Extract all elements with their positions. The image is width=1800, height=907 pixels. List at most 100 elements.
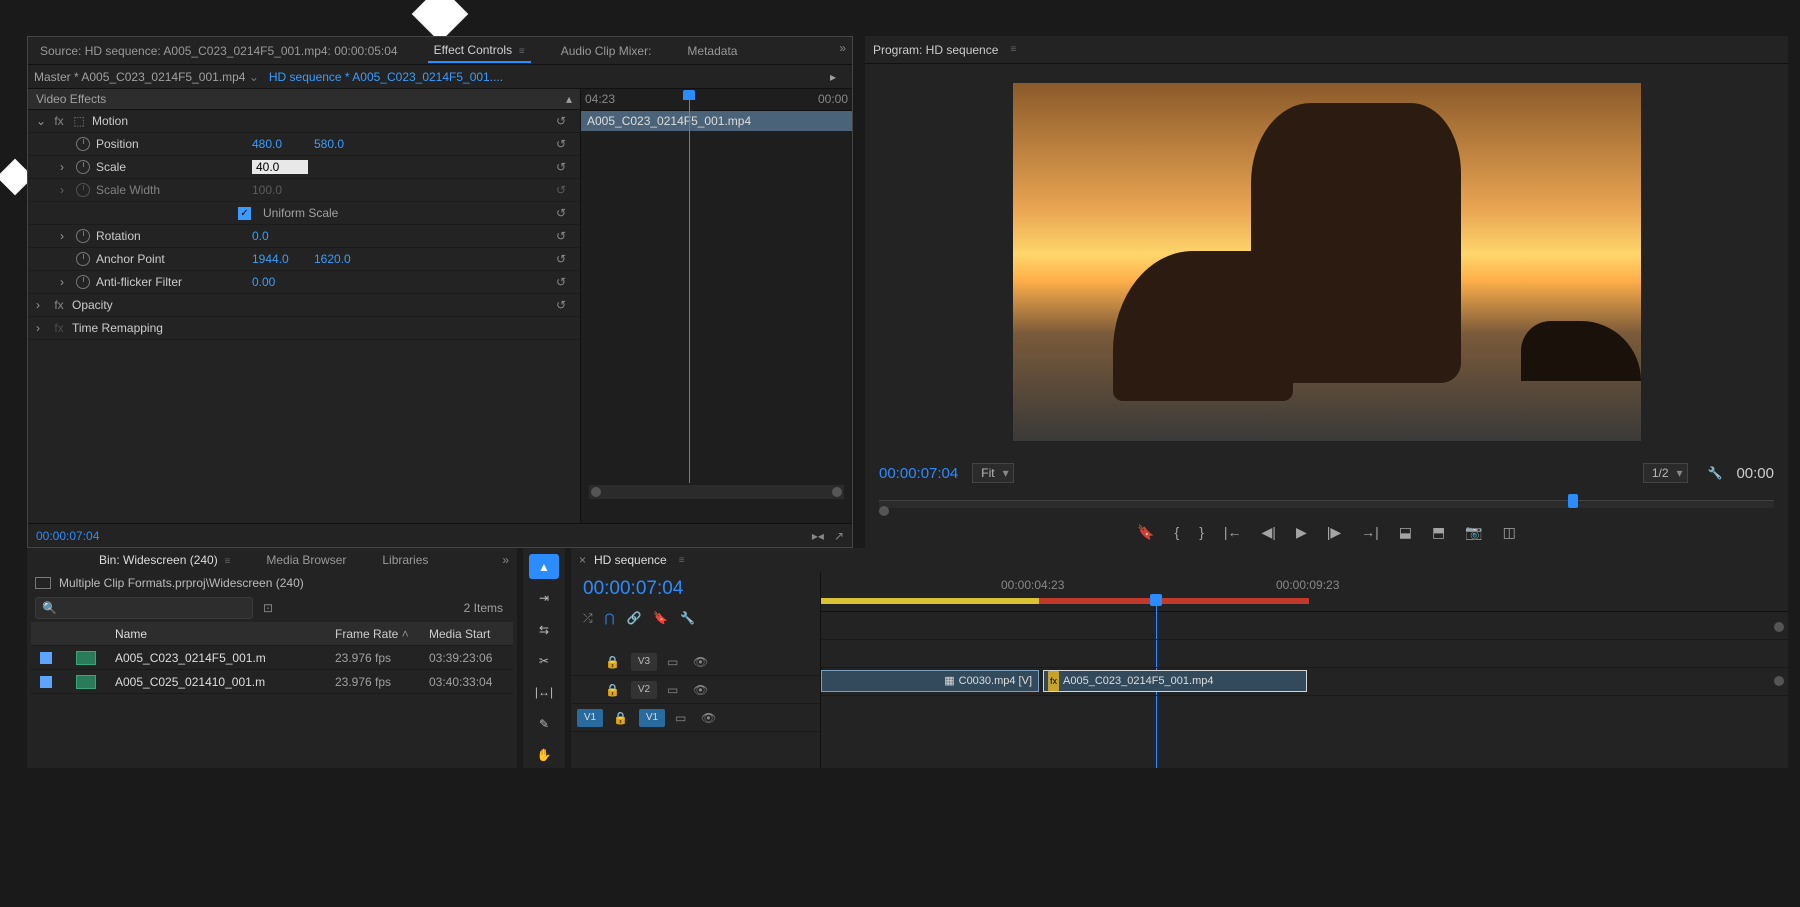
- target-v2[interactable]: V2: [631, 681, 657, 699]
- target-v1[interactable]: V1: [639, 709, 665, 727]
- effect-timeline[interactable]: 04:23 00:00 A005_C023_0214F5_001.mp4: [580, 89, 852, 523]
- bin-overflow-icon[interactable]: »: [502, 553, 509, 567]
- label-swatch[interactable]: [40, 676, 52, 688]
- lift-icon[interactable]: ⬓: [1399, 524, 1412, 541]
- selection-tool-icon[interactable]: ▲: [529, 554, 559, 579]
- overflow-chevrons-icon[interactable]: »: [839, 41, 846, 55]
- sync-lock-v2-icon[interactable]: ▭: [667, 683, 683, 697]
- timeline-ruler[interactable]: 00:00:04:23 00:00:09:23: [821, 572, 1788, 612]
- ripple-edit-tool-icon[interactable]: ⇆: [529, 617, 559, 642]
- master-clip-dropdown[interactable]: Master * A005_C023_0214F5_001.mp4 ⌄: [34, 70, 259, 84]
- table-row[interactable]: A005_C023_0214F5_001.m 23.976 fps 03:39:…: [31, 646, 513, 670]
- stopwatch-antiflicker[interactable]: [76, 275, 90, 289]
- program-scrubber[interactable]: [879, 486, 1774, 516]
- mark-out-icon[interactable]: }: [1199, 524, 1204, 540]
- track-v1-area[interactable]: ▦ C0030.mp4 [V] fx A005_C023_0214F5_001.…: [821, 668, 1788, 696]
- zoom-handle-left[interactable]: [591, 487, 601, 497]
- settings-wrench-icon[interactable]: 🔧: [1708, 466, 1723, 480]
- reset-rotation[interactable]: [556, 229, 574, 243]
- timeline-menu-icon[interactable]: ≡: [679, 555, 685, 566]
- reset-anchor[interactable]: [556, 252, 574, 266]
- lock-v3-icon[interactable]: 🔒: [605, 655, 621, 669]
- reset-antiflicker[interactable]: [556, 275, 574, 289]
- timeline-current-time[interactable]: 00:00:07:04: [571, 572, 820, 606]
- reset-opacity[interactable]: [556, 298, 574, 312]
- disclosure-motion[interactable]: ⌄: [36, 114, 46, 128]
- timeline-clip-2[interactable]: fx A005_C023_0214F5_001.mp4: [1043, 670, 1307, 692]
- sequence-title[interactable]: HD sequence: [594, 553, 667, 567]
- mark-in-icon[interactable]: {: [1175, 524, 1180, 540]
- reset-position[interactable]: [556, 137, 574, 151]
- fx-badge-opacity-icon[interactable]: fx: [52, 298, 66, 312]
- comparison-view-icon[interactable]: ◫: [1503, 524, 1516, 541]
- sequence-clip-link[interactable]: HD sequence * A005_C023_0214F5_001....: [269, 70, 503, 84]
- position-y-value[interactable]: 580.0: [314, 137, 370, 151]
- rotation-value[interactable]: 0.0: [252, 229, 308, 243]
- disclosure-rotation[interactable]: ›: [60, 229, 70, 243]
- reset-scale-width[interactable]: [556, 183, 574, 197]
- fx-badge-icon[interactable]: fx: [52, 114, 66, 128]
- disclosure-scale-width[interactable]: ›: [60, 183, 70, 197]
- anchor-y-value[interactable]: 1620.0: [314, 252, 370, 266]
- stopwatch-anchor[interactable]: [76, 252, 90, 266]
- tab-audio-clip-mixer[interactable]: Audio Clip Mixer:: [555, 40, 658, 62]
- disclosure-scale[interactable]: ›: [60, 160, 70, 174]
- program-monitor-display[interactable]: [1013, 83, 1641, 441]
- toggle-timeline-icon[interactable]: ▴: [566, 92, 572, 106]
- tab-media-browser[interactable]: Media Browser: [260, 549, 352, 571]
- toggle-output-v1-icon[interactable]: 👁: [701, 711, 717, 725]
- lock-v2-icon[interactable]: 🔒: [605, 683, 621, 697]
- razor-tool-icon[interactable]: ✂: [529, 648, 559, 673]
- scale-input[interactable]: 40.0: [252, 160, 308, 174]
- playhead-indicator[interactable]: [689, 90, 690, 483]
- position-x-value[interactable]: 480.0: [252, 137, 308, 151]
- disclosure-opacity[interactable]: ›: [36, 298, 46, 312]
- stopwatch-position[interactable]: [76, 137, 90, 151]
- tab-bin[interactable]: Bin: Widescreen (240) ≡: [93, 549, 236, 571]
- tab-metadata[interactable]: Metadata: [681, 40, 743, 62]
- program-current-time[interactable]: 00:00:07:04: [879, 465, 958, 482]
- navigate-up-icon[interactable]: [35, 577, 51, 589]
- timeline-clip-1[interactable]: ▦ C0030.mp4 [V]: [821, 670, 1039, 692]
- sync-lock-v3-icon[interactable]: ▭: [667, 655, 683, 669]
- resolution-dropdown[interactable]: 1/2: [1643, 463, 1688, 483]
- col-frame-rate[interactable]: Frame Rate: [335, 627, 429, 641]
- panel-menu-icon[interactable]: ≡: [516, 46, 525, 57]
- scrub-playhead[interactable]: [1568, 494, 1578, 508]
- col-name[interactable]: Name: [111, 627, 335, 641]
- track-v2-area[interactable]: [821, 640, 1788, 668]
- track-v3-area[interactable]: [821, 612, 1788, 640]
- target-v3[interactable]: V3: [631, 653, 657, 671]
- disclosure-timeremap[interactable]: ›: [36, 321, 46, 335]
- anchor-x-value[interactable]: 1944.0: [252, 252, 308, 266]
- stopwatch-scale[interactable]: [76, 160, 90, 174]
- add-marker-tl-icon[interactable]: 🔖: [653, 611, 668, 625]
- timeline-settings-icon[interactable]: 🔧: [680, 611, 695, 625]
- slip-tool-icon[interactable]: |↔|: [529, 680, 559, 705]
- table-row[interactable]: A005_C025_021410_001.m 23.976 fps 03:40:…: [31, 670, 513, 694]
- play-only-icon[interactable]: ▸: [830, 70, 836, 84]
- zoom-handle-prog[interactable]: [879, 506, 889, 516]
- share-icon[interactable]: ↗: [834, 529, 844, 543]
- zoom-handle-right[interactable]: [832, 487, 842, 497]
- motion-direct-icon[interactable]: ⬚: [72, 114, 86, 128]
- search-input[interactable]: 🔍: [35, 597, 253, 619]
- reset-uniform[interactable]: [556, 206, 574, 220]
- program-menu-icon[interactable]: ≡: [1010, 44, 1016, 55]
- tab-libraries[interactable]: Libraries: [376, 549, 434, 571]
- export-frame-icon[interactable]: 📷: [1465, 524, 1482, 541]
- toggle-output-v2-icon[interactable]: 👁: [693, 683, 709, 697]
- antiflicker-value[interactable]: 0.00: [252, 275, 308, 289]
- disclosure-antiflicker[interactable]: ›: [60, 275, 70, 289]
- fx-badge-timeremap-icon[interactable]: fx: [52, 321, 66, 335]
- play-icon[interactable]: ▶: [1296, 524, 1307, 541]
- hand-tool-icon[interactable]: ✋: [529, 743, 559, 768]
- toggle-output-v3-icon[interactable]: 👁: [693, 655, 709, 669]
- loop-playback-icon[interactable]: ▸◂: [812, 529, 824, 543]
- effect-current-time[interactable]: 00:00:07:04: [36, 529, 99, 543]
- insert-overwrite-icon[interactable]: ⤮: [583, 611, 593, 626]
- add-marker-icon[interactable]: 🔖: [1137, 524, 1154, 541]
- zoom-fit-dropdown[interactable]: Fit: [972, 463, 1013, 483]
- step-forward-icon[interactable]: |▶: [1327, 524, 1341, 541]
- reset-scale[interactable]: [556, 160, 574, 174]
